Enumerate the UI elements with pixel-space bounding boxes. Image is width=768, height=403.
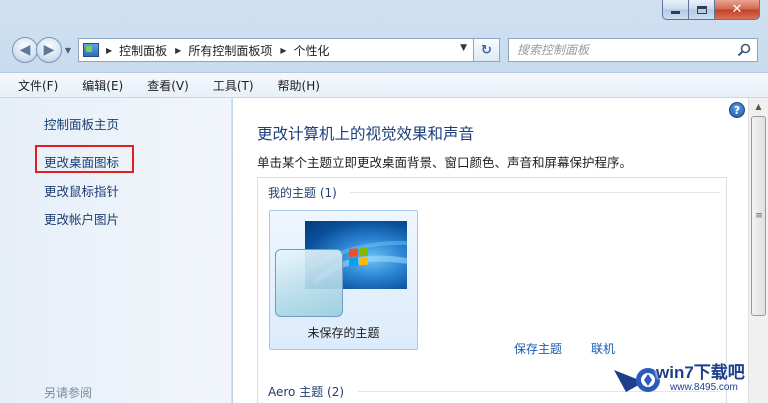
sidebar-item-change-account-picture[interactable]: 更改帐户图片: [44, 209, 119, 228]
close-icon: ✕: [731, 2, 743, 17]
theme-tile-unsaved[interactable]: 未保存的主题: [269, 210, 418, 350]
group-divider: [350, 192, 720, 193]
arrow-left-icon: ◀: [19, 42, 31, 58]
control-panel-icon: [83, 43, 99, 57]
caption-buttons: ✕: [662, 0, 760, 21]
chevron-down-icon: ▼: [64, 45, 72, 55]
menu-bar: 文件(F) 编辑(E) 查看(V) 工具(T) 帮助(H): [0, 72, 768, 98]
watermark-title: win7下载吧: [656, 363, 745, 382]
forward-button[interactable]: ▶: [36, 37, 62, 63]
maximize-button[interactable]: [689, 0, 715, 20]
minimize-icon: [671, 11, 680, 14]
menu-tools[interactable]: 工具(T): [209, 75, 258, 96]
save-theme-link[interactable]: 保存主题: [514, 340, 562, 357]
address-bar[interactable]: ▶ 控制面板 ▶ 所有控制面板项 ▶ 个性化 ▼: [78, 38, 474, 62]
menu-edit[interactable]: 编辑(E): [78, 75, 127, 96]
sidebar-item-change-desktop-icons[interactable]: 更改桌面图标: [44, 152, 119, 171]
back-button[interactable]: ◀: [12, 37, 38, 63]
scroll-up-button[interactable]: ▲: [749, 98, 768, 115]
sidebar: 控制面板主页 更改桌面图标 更改鼠标指针 更改帐户图片 另请参阅: [0, 98, 232, 403]
scroll-thumb[interactable]: ≡: [751, 116, 766, 316]
address-dropdown-icon[interactable]: ▼: [460, 43, 467, 53]
see-also-label: 另请参阅: [44, 386, 93, 400]
refresh-icon: ↻: [481, 42, 492, 58]
arrow-right-icon: ▶: [43, 42, 55, 58]
site-watermark-logo: win7下载吧 www.8495.com: [614, 352, 768, 403]
recent-pages-button[interactable]: ▼: [62, 37, 74, 63]
arrow-up-icon: ▲: [755, 102, 762, 111]
breadcrumb-all-items[interactable]: 所有控制面板项: [188, 42, 272, 59]
search-input[interactable]: [509, 39, 757, 61]
menu-file[interactable]: 文件(F): [14, 75, 62, 96]
grip-icon: ≡: [755, 211, 762, 221]
get-more-themes-online-link[interactable]: 联机: [591, 340, 615, 357]
breadcrumb-control-panel[interactable]: 控制面板: [119, 42, 167, 59]
search-box[interactable]: [508, 38, 758, 62]
group-header-my-themes[interactable]: 我的主题 (1): [268, 184, 337, 201]
page-description: 单击某个主题立即更改桌面背景、窗口颜色、声音和屏幕保护程序。: [257, 155, 633, 170]
theme-window-color-swatch: [275, 249, 343, 317]
watermark-url: www.8495.com: [670, 382, 738, 393]
navigation-bar: ◀ ▶ ▼ ▶ 控制面板 ▶ 所有控制面板项 ▶ 个性化 ▼ ↻: [12, 36, 758, 64]
refresh-button[interactable]: ↻: [474, 38, 500, 62]
minimize-button[interactable]: [662, 0, 689, 20]
sidebar-item-change-mouse-pointers[interactable]: 更改鼠标指针: [44, 181, 119, 200]
breadcrumb-chevron-icon[interactable]: ▶: [280, 46, 286, 55]
help-icon[interactable]: ?: [729, 102, 745, 118]
theme-tile-label: 未保存的主题: [307, 326, 380, 340]
search-icon[interactable]: [737, 43, 751, 57]
page-title: 更改计算机上的视觉效果和声音: [257, 125, 475, 143]
sidebar-item-control-panel-home[interactable]: 控制面板主页: [44, 114, 119, 133]
breadcrumb-chevron-icon[interactable]: ▶: [175, 46, 181, 55]
breadcrumb-chevron-icon[interactable]: ▶: [106, 46, 112, 55]
menu-view[interactable]: 查看(V): [143, 75, 193, 96]
close-button[interactable]: ✕: [715, 0, 760, 20]
group-header-aero-themes[interactable]: Aero 主题 (2): [268, 383, 344, 400]
breadcrumb-personalization[interactable]: 个性化: [294, 42, 330, 59]
maximize-icon: [696, 5, 707, 14]
menu-help[interactable]: 帮助(H): [274, 75, 324, 96]
